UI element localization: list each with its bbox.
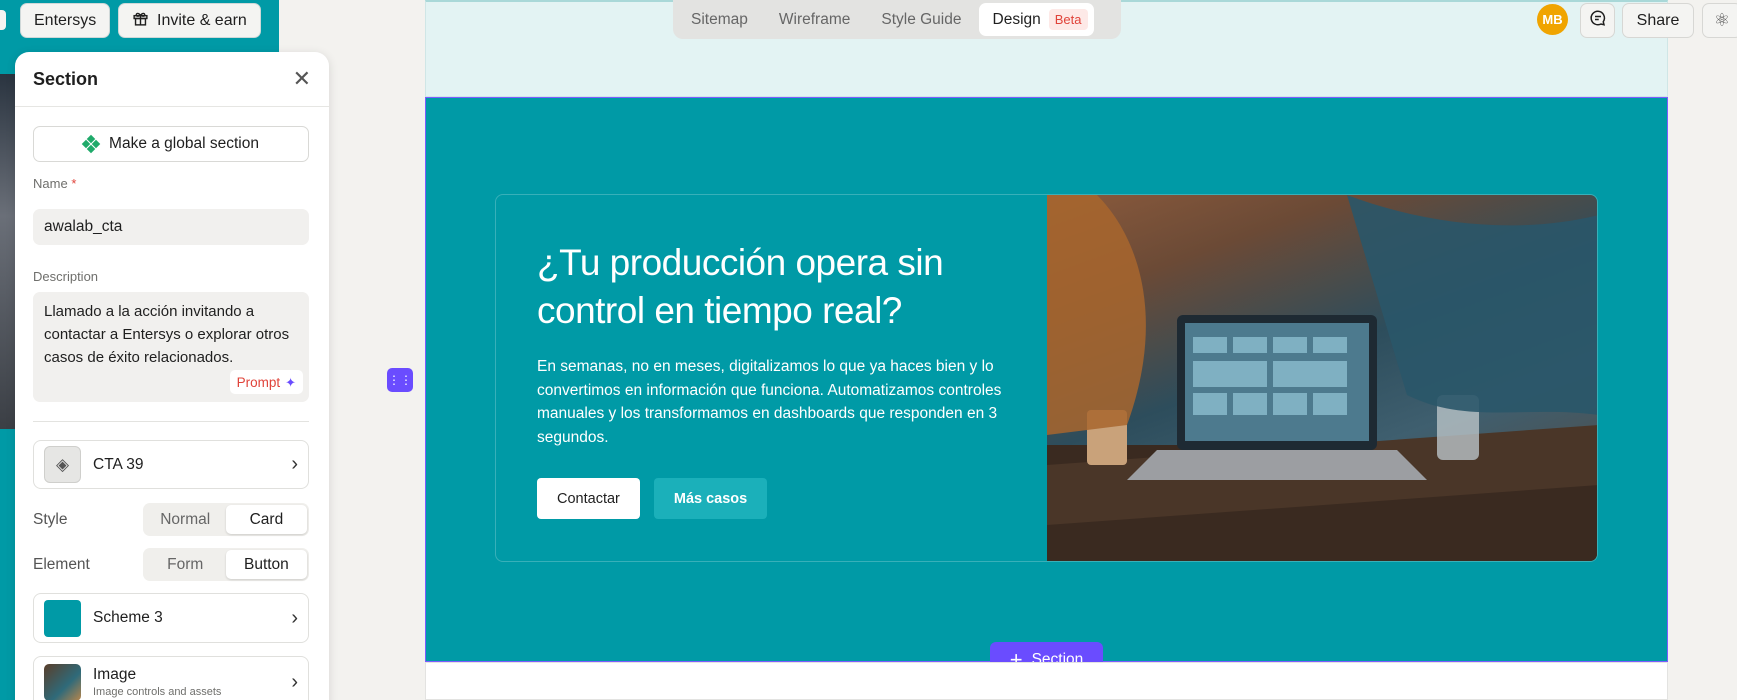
image-selector[interactable]: Image Image controls and assets › <box>33 656 309 700</box>
layers-icon: ◈ <box>44 446 81 483</box>
description-text: Llamado a la acción invitando a contacta… <box>44 303 290 366</box>
comment-icon <box>1589 9 1607 32</box>
style-option-normal[interactable]: Normal <box>145 505 226 534</box>
element-option-button[interactable]: Button <box>225 550 307 579</box>
prompt-button[interactable]: Prompt ✦ <box>229 370 303 394</box>
style-label: Style <box>33 510 68 528</box>
image-label: Image <box>93 666 137 683</box>
panel-header: Section ✕ <box>15 52 329 107</box>
avatar[interactable]: MB <box>1537 4 1568 35</box>
prompt-label: Prompt <box>236 374 281 390</box>
image-sub-label: Image controls and assets <box>93 686 222 698</box>
color-swatch <box>44 599 81 637</box>
page-thumbnail <box>0 74 16 429</box>
cta-card: ¿Tu producción opera sin control en tiem… <box>495 194 1598 562</box>
project-button[interactable]: Entersys <box>20 3 111 38</box>
element-option-form[interactable]: Form <box>145 550 226 579</box>
description-field[interactable]: Llamado a la acción invitando a contacta… <box>33 292 309 402</box>
cta-section[interactable]: ¿Tu producción opera sin control en tiem… <box>425 97 1668 662</box>
next-section[interactable] <box>425 662 1668 700</box>
divider <box>33 421 309 422</box>
name-label: Name * <box>33 176 77 191</box>
style-row: Style Normal Card <box>33 503 309 536</box>
panel-title: Section <box>33 68 99 89</box>
image-text: Image Image controls and assets <box>93 666 221 698</box>
color-scheme-selector[interactable]: Scheme 3 › <box>33 593 309 643</box>
chevron-right-icon: › <box>291 670 298 693</box>
cta-image <box>1047 195 1597 561</box>
image-thumbnail <box>44 663 81 700</box>
element-label: Element <box>33 555 90 573</box>
tab-sitemap[interactable]: Sitemap <box>677 3 762 36</box>
share-button[interactable]: Share <box>1622 3 1694 38</box>
tab-style-guide[interactable]: Style Guide <box>867 3 975 36</box>
react-icon[interactable]: ⚛ <box>1702 3 1737 38</box>
name-field[interactable] <box>33 209 309 245</box>
cta-buttons: Contactar Más casos <box>537 478 768 519</box>
element-row: Element Form Button <box>33 548 309 581</box>
description-label: Description <box>33 269 99 284</box>
office-scene-illustration <box>1047 195 1597 561</box>
tab-design[interactable]: Design Beta <box>978 3 1094 36</box>
tab-wireframe[interactable]: Wireframe <box>765 3 864 36</box>
cta-body: En semanas, no en meses, digitalizamos l… <box>537 358 1002 446</box>
tab-design-label: Design <box>992 10 1041 28</box>
contact-button[interactable]: Contactar <box>537 478 640 519</box>
comments-button[interactable] <box>1580 3 1615 38</box>
section-settings-panel: Section ✕ Make a global section Name * D… <box>15 52 329 700</box>
sparkle-icon: ✦ <box>285 374 296 390</box>
style-toggle: Normal Card <box>142 503 309 536</box>
element-toggle: Form Button <box>142 548 309 581</box>
gift-icon <box>132 10 149 32</box>
component-selector[interactable]: ◈ CTA 39 › <box>33 440 309 489</box>
cta-text-block: ¿Tu producción opera sin control en tiem… <box>537 239 1017 449</box>
chevron-right-icon: › <box>291 606 298 629</box>
collapse-handle[interactable] <box>0 10 6 30</box>
more-cases-button[interactable]: Más casos <box>653 478 768 519</box>
view-tabs: Sitemap Wireframe Style Guide Design Bet… <box>673 0 1121 39</box>
invite-button[interactable]: Invite & earn <box>118 3 261 38</box>
close-icon[interactable]: ✕ <box>293 66 311 92</box>
component-icon <box>81 134 101 154</box>
make-global-section-button[interactable]: Make a global section <box>33 126 309 162</box>
cta-heading: ¿Tu producción opera sin control en tiem… <box>537 242 944 331</box>
component-label: CTA 39 <box>93 455 144 473</box>
project-label: Entersys <box>34 11 97 29</box>
invite-label: Invite & earn <box>157 11 247 29</box>
chevron-right-icon: › <box>291 453 298 475</box>
beta-badge: Beta <box>1048 9 1088 30</box>
global-button-label: Make a global section <box>109 135 259 152</box>
scheme-label: Scheme 3 <box>93 609 163 626</box>
drag-handle-icon[interactable]: ⋮⋮ <box>387 368 413 392</box>
style-option-card[interactable]: Card <box>225 505 307 534</box>
